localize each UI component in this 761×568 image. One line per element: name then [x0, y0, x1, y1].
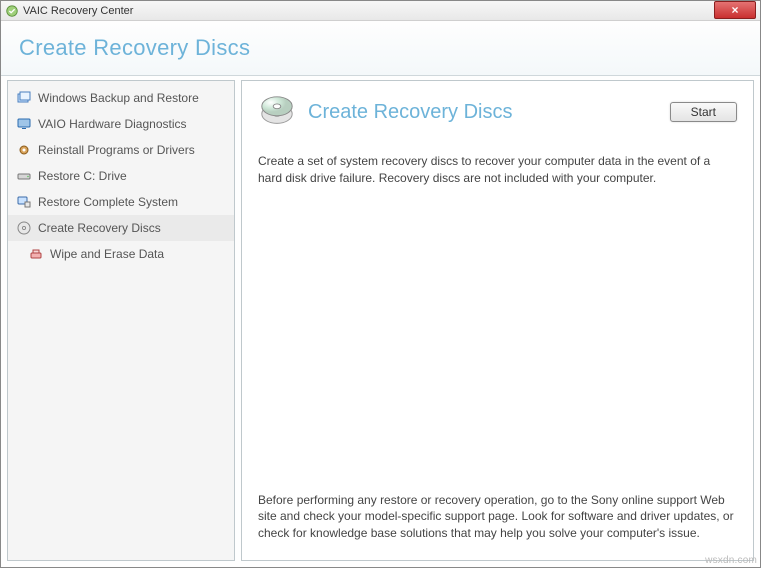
main-footer-note: Before performing any restore or recover…	[258, 492, 737, 548]
drive-icon	[16, 168, 32, 184]
page-header: Create Recovery Discs	[1, 21, 760, 76]
close-icon: ×	[731, 3, 738, 17]
sidebar: Windows Backup and Restore VAIO Hardware…	[7, 80, 235, 561]
app-window: VAIC Recovery Center × Create Recovery D…	[0, 0, 761, 568]
start-button[interactable]: Start	[670, 102, 737, 122]
sidebar-item-hardware-diagnostics[interactable]: VAIO Hardware Diagnostics	[8, 111, 234, 137]
disc-icon	[16, 220, 32, 236]
main-panel: Create Recovery Discs Start Create a set…	[241, 80, 754, 561]
sidebar-item-label: Reinstall Programs or Drivers	[38, 143, 195, 157]
sidebar-item-label: VAIO Hardware Diagnostics	[38, 117, 187, 131]
sidebar-item-restore-complete-system[interactable]: Restore Complete System	[8, 189, 234, 215]
sidebar-item-label: Restore C: Drive	[38, 169, 127, 183]
computer-icon	[16, 194, 32, 210]
window-stack-icon	[16, 90, 32, 106]
app-icon	[5, 4, 19, 18]
gear-icon	[16, 142, 32, 158]
page-title: Create Recovery Discs	[19, 35, 250, 61]
start-button-label: Start	[691, 105, 716, 119]
recovery-disc-icon	[258, 93, 296, 131]
body: Windows Backup and Restore VAIO Hardware…	[1, 76, 760, 567]
sidebar-item-create-recovery-discs[interactable]: Create Recovery Discs	[8, 215, 234, 241]
sidebar-item-label: Create Recovery Discs	[38, 221, 161, 235]
sidebar-item-reinstall-programs[interactable]: Reinstall Programs or Drivers	[8, 137, 234, 163]
main-description: Create a set of system recovery discs to…	[258, 153, 737, 187]
sidebar-item-restore-c-drive[interactable]: Restore C: Drive	[8, 163, 234, 189]
sidebar-item-label: Wipe and Erase Data	[50, 247, 164, 261]
sidebar-item-label: Windows Backup and Restore	[38, 91, 199, 105]
sidebar-item-label: Restore Complete System	[38, 195, 178, 209]
monitor-icon	[16, 116, 32, 132]
sidebar-item-windows-backup[interactable]: Windows Backup and Restore	[8, 85, 234, 111]
close-button[interactable]: ×	[714, 1, 756, 19]
watermark: wsxdn.com	[705, 555, 757, 566]
titlebar: VAIC Recovery Center ×	[1, 1, 760, 21]
erase-icon	[28, 246, 44, 262]
app-title: VAIC Recovery Center	[23, 5, 133, 17]
sidebar-item-wipe-erase-data[interactable]: Wipe and Erase Data	[8, 241, 234, 267]
main-header: Create Recovery Discs Start	[258, 93, 737, 131]
main-title: Create Recovery Discs	[308, 101, 658, 124]
